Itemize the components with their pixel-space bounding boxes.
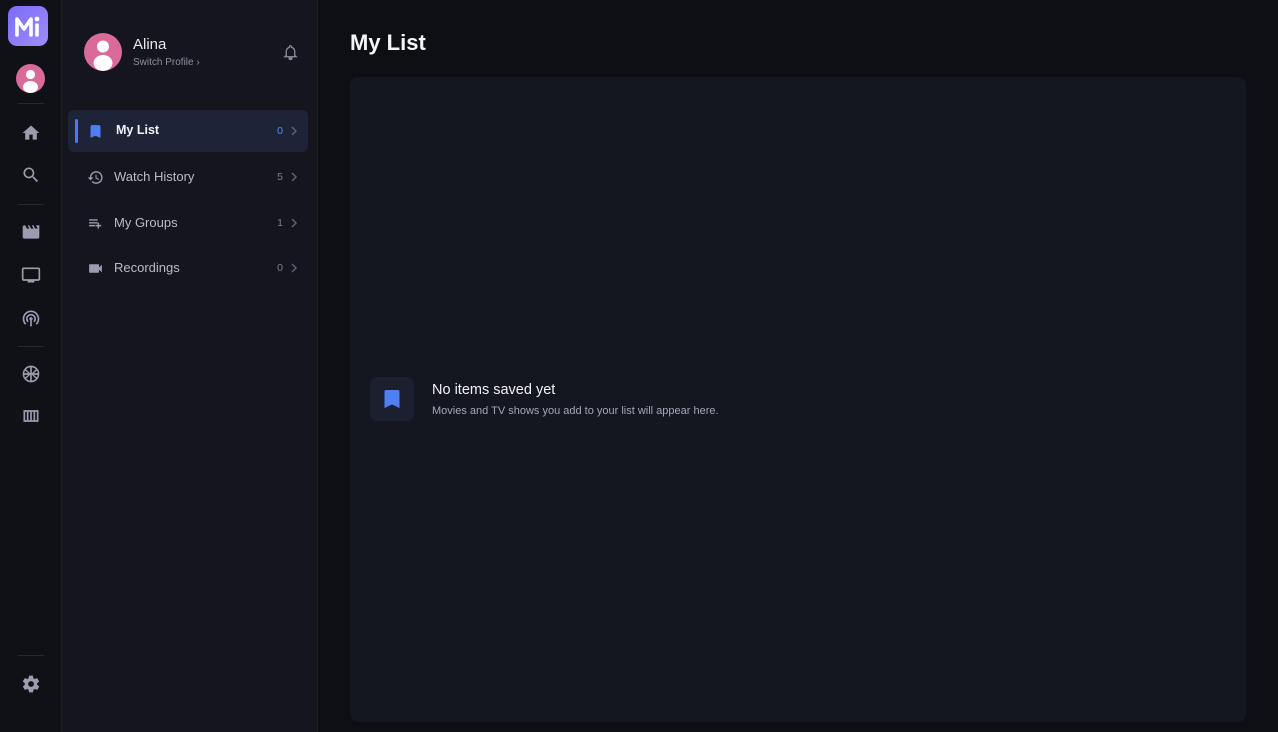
switch-profile-link[interactable]: Switch Profile › (133, 57, 200, 68)
bookmark-icon (86, 122, 104, 140)
profile-panel: Alina Switch Profile › My List 0 Watch H… (62, 0, 318, 732)
chevron-right-icon (290, 261, 298, 273)
live-icon[interactable] (19, 306, 43, 330)
nav-item-label: My Groups (114, 215, 178, 230)
page-title: My List (350, 30, 426, 55)
nav-item-my-list[interactable]: My List 0 (68, 110, 308, 152)
sports-icon[interactable] (19, 362, 43, 386)
settings-icon[interactable] (19, 672, 43, 696)
chevron-right-icon (290, 124, 298, 136)
rail-divider (18, 346, 44, 347)
profile-avatar-small[interactable] (16, 64, 45, 93)
nav-item-label: Watch History (114, 169, 195, 184)
bookmark-icon (370, 377, 414, 421)
rail-divider (18, 103, 44, 104)
list-content-area: No items saved yet Movies and TV shows y… (350, 77, 1246, 722)
profile-name: Alina (133, 36, 167, 53)
search-icon[interactable] (19, 163, 43, 187)
nav-item-label: My List (116, 123, 160, 137)
nav-item-count: 0 (277, 125, 283, 137)
m-logo-icon[interactable] (8, 6, 48, 46)
nav-item-count: 5 (277, 171, 283, 183)
video-camera-icon (86, 259, 104, 277)
icon-rail (0, 0, 62, 732)
playlist-icon (86, 214, 104, 232)
rail-divider (18, 204, 44, 205)
nav-item-label: Recordings (114, 260, 180, 275)
active-indicator (75, 119, 78, 143)
tv-icon[interactable] (19, 263, 43, 287)
nav-item-my-groups[interactable]: My Groups 1 (68, 202, 308, 244)
bell-icon[interactable] (280, 42, 300, 62)
rail-divider (18, 655, 44, 656)
movies-icon[interactable] (19, 220, 43, 244)
profile-avatar[interactable] (84, 33, 122, 71)
empty-state-title: No items saved yet (432, 382, 556, 398)
nav-item-recordings[interactable]: Recordings 0 (68, 247, 308, 289)
nav-item-count: 1 (277, 217, 283, 229)
nav-item-watch-history[interactable]: Watch History 5 (68, 156, 308, 198)
history-icon (86, 168, 104, 186)
app-root: Alina Switch Profile › My List 0 Watch H… (0, 0, 1278, 732)
nav-item-count: 0 (277, 262, 283, 274)
home-icon[interactable] (19, 121, 43, 145)
chevron-right-icon (290, 216, 298, 228)
empty-state-subtitle: Movies and TV shows you add to your list… (432, 405, 719, 417)
guide-icon[interactable] (19, 404, 43, 428)
chevron-right-icon (290, 170, 298, 182)
